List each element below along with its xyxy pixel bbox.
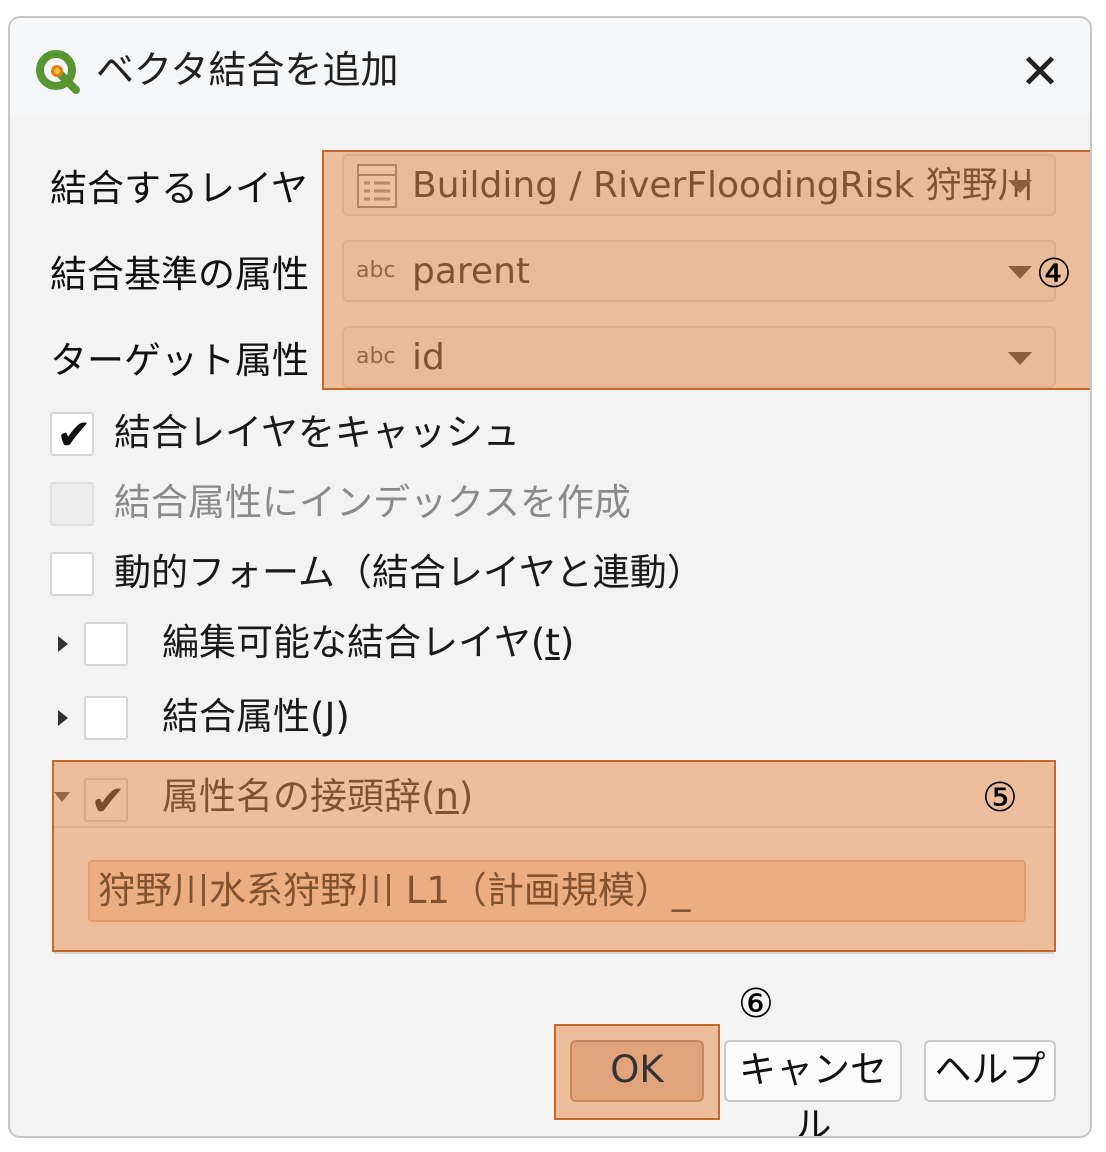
- joined-fields-checkbox[interactable]: [84, 696, 128, 740]
- joined-fields-label: 結合属性(J): [162, 695, 350, 738]
- annotation-6: ⑥: [738, 981, 774, 1027]
- editable-join-label: 編集可能な結合レイヤ(t): [162, 621, 575, 664]
- create-index-checkbox: [50, 482, 94, 526]
- create-index-label: 結合属性にインデックスを作成: [114, 481, 631, 524]
- dynamic-form-label: 動的フォーム（結合レイヤと連動）: [114, 551, 704, 594]
- checkmark-icon: ✔: [56, 410, 92, 459]
- expand-arrow-icon[interactable]: [58, 710, 68, 726]
- editable-join-checkbox[interactable]: [84, 622, 128, 666]
- annotation-4: ④: [1036, 251, 1072, 297]
- ok-button[interactable]: OK: [570, 1040, 704, 1102]
- highlight-box-4: [322, 150, 1090, 390]
- expand-arrow-icon[interactable]: [58, 636, 68, 652]
- title-bar: ベクタ結合を追加 ✕: [10, 18, 1090, 116]
- annotation-5: ⑤: [982, 775, 1018, 821]
- close-icon: ✕: [1019, 44, 1061, 100]
- cancel-button[interactable]: キャンセル: [724, 1040, 902, 1136]
- qgis-logo-icon: [36, 50, 80, 94]
- dynamic-form-checkbox[interactable]: [50, 552, 94, 596]
- cache-label: 結合レイヤをキャッシュ: [114, 411, 520, 454]
- join-field-label: 結合基準の属性: [50, 253, 309, 296]
- cache-checkbox[interactable]: ✔: [50, 410, 94, 459]
- dialog-title: ベクタ結合を追加: [96, 48, 399, 92]
- target-field-label: ターゲット属性: [50, 339, 309, 382]
- help-button[interactable]: ヘルプ: [924, 1040, 1056, 1102]
- group-bottom-divider: [54, 952, 1054, 954]
- highlight-box-5: [52, 760, 1056, 952]
- close-button[interactable]: ✕: [1010, 44, 1070, 100]
- join-layer-label: 結合するレイヤ: [50, 167, 308, 210]
- add-vector-join-dialog: ベクタ結合を追加 ✕ 結合するレイヤ 結合基準の属性 ターゲット属性 Build…: [8, 16, 1092, 1138]
